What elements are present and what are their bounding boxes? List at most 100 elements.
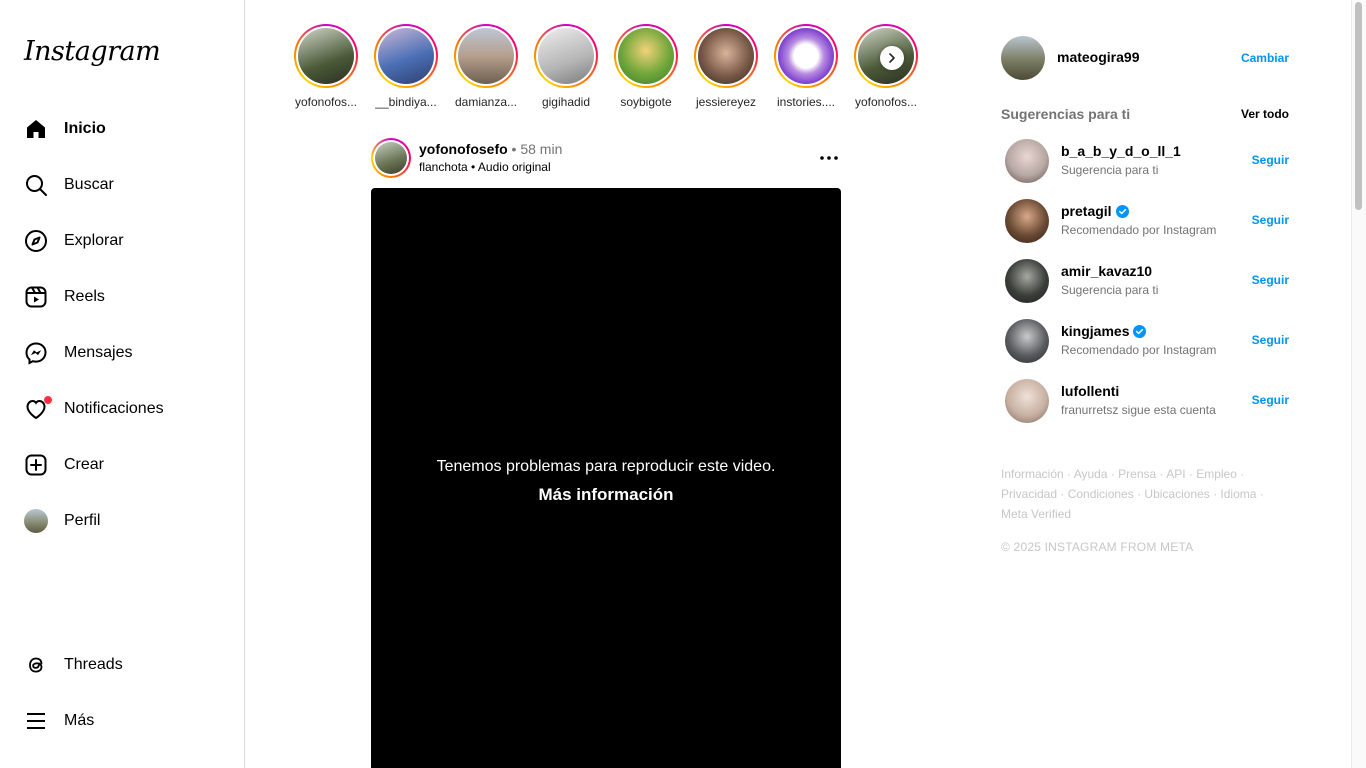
avatar	[24, 509, 48, 533]
story-ring	[294, 24, 358, 88]
story-ring	[614, 24, 678, 88]
story-avatar	[538, 28, 594, 84]
footer-line[interactable]: Meta Verified	[1001, 504, 1289, 524]
stories-next-button[interactable]	[880, 46, 904, 70]
story-item[interactable]: gigihadid	[530, 24, 602, 109]
story-item[interactable]: __bindiya...	[370, 24, 442, 109]
current-username[interactable]: mateogira99	[1057, 49, 1139, 65]
sidebar: Instagram Inicio Buscar Explorar Reels M…	[0, 0, 245, 768]
nav-mensajes[interactable]: Mensajes	[12, 329, 232, 377]
story-ring	[454, 24, 518, 88]
suggestion-reason: Sugerencia para ti	[1061, 283, 1159, 297]
follow-button[interactable]: Seguir	[1252, 273, 1289, 287]
post-author: yofonofosefo • 58 min	[419, 141, 562, 157]
more-horizontal-icon	[820, 156, 838, 160]
nav-label: Threads	[64, 656, 123, 673]
footer-line[interactable]: Privacidad · Condiciones · Ubicaciones ·…	[1001, 484, 1289, 504]
nav-explorar[interactable]: Explorar	[12, 217, 232, 265]
stories-tray: yofonofos... __bindiya... damianza... gi…	[290, 24, 930, 114]
post-header: yofonofosefo • 58 min flanchota • Audio …	[371, 138, 841, 178]
current-user-avatar[interactable]	[1001, 36, 1045, 80]
suggestion-item: b_a_b_y_d_o_ll_1 Sugerencia para ti Segu…	[1005, 139, 1289, 183]
nav-notificaciones[interactable]: Notificaciones	[12, 385, 232, 433]
suggestion-reason: franurretsz sigue esta cuenta	[1061, 403, 1216, 417]
verified-badge-icon	[1133, 324, 1147, 338]
story-username: yofonofos...	[294, 95, 358, 109]
post-audio-link[interactable]: Audio original	[478, 160, 551, 174]
suggestion-avatar[interactable]	[1005, 199, 1049, 243]
story-username: soybigote	[620, 95, 672, 109]
post-video[interactable]: Tenemos problemas para reproducir este v…	[371, 188, 841, 768]
copyright: © 2025 INSTAGRAM FROM META	[1001, 540, 1194, 554]
post-audio-line: flanchota • Audio original	[419, 160, 551, 174]
nav-label: Inicio	[64, 120, 106, 137]
separator: •	[467, 160, 478, 174]
nav-buscar[interactable]: Buscar	[12, 161, 232, 209]
nav-label: Explorar	[64, 232, 124, 249]
story-item[interactable]: jessiereyez	[690, 24, 762, 109]
threads-icon	[24, 653, 48, 677]
suggestion-avatar[interactable]	[1005, 319, 1049, 363]
nav-reels[interactable]: Reels	[12, 273, 232, 321]
suggestion-reason: Sugerencia para ti	[1061, 163, 1159, 177]
suggestion-avatar[interactable]	[1005, 259, 1049, 303]
suggestion-reason: Recomendado por Instagram	[1061, 223, 1217, 237]
footer-links: Información · Ayuda · Prensa · API · Emp…	[1001, 464, 1289, 524]
heart-icon	[24, 396, 52, 421]
story-item[interactable]: instories....	[770, 24, 842, 109]
page-scrollbar[interactable]	[1351, 0, 1366, 768]
nav-label: Buscar	[64, 176, 114, 193]
story-ring	[774, 24, 838, 88]
scrollbar-thumb[interactable]	[1355, 2, 1362, 210]
nav-label: Más	[64, 712, 95, 729]
suggestion-item: pretagil Recomendado por Instagram Segui…	[1005, 199, 1289, 243]
video-more-info-link[interactable]: Más información	[371, 485, 841, 505]
nav-crear[interactable]: Crear	[12, 441, 232, 489]
story-avatar	[618, 28, 674, 84]
see-all-link[interactable]: Ver todo	[1241, 107, 1289, 121]
video-error-message: Tenemos problemas para reproducir este v…	[436, 458, 776, 475]
post-author-avatar[interactable]	[371, 138, 411, 178]
post-music-user[interactable]: flanchota	[419, 160, 468, 174]
home-icon	[24, 117, 48, 141]
messenger-icon	[24, 341, 48, 365]
nav-inicio[interactable]: Inicio	[12, 105, 232, 153]
follow-button[interactable]: Seguir	[1252, 333, 1289, 347]
story-item[interactable]: soybigote	[610, 24, 682, 109]
menu-icon	[24, 709, 48, 733]
suggestion-avatar[interactable]	[1005, 379, 1049, 423]
story-avatar	[458, 28, 514, 84]
follow-button[interactable]: Seguir	[1252, 393, 1289, 407]
post-options-button[interactable]	[817, 148, 841, 168]
nav-threads[interactable]: Threads	[12, 641, 232, 689]
nav-perfil[interactable]: Perfil	[12, 497, 232, 545]
chevron-right-icon	[889, 53, 895, 63]
story-avatar	[698, 28, 754, 84]
post-username[interactable]: yofonofosefo	[419, 141, 508, 157]
suggestion-username[interactable]: lufollenti	[1061, 383, 1119, 399]
instagram-logo[interactable]: Instagram	[24, 36, 161, 67]
nav-label: Mensajes	[64, 344, 133, 361]
nav-label: Reels	[64, 288, 105, 305]
story-item[interactable]: damianza...	[450, 24, 522, 109]
story-username: instories....	[776, 95, 836, 109]
footer-line[interactable]: Información · Ayuda · Prensa · API · Emp…	[1001, 464, 1289, 484]
follow-button[interactable]: Seguir	[1252, 213, 1289, 227]
story-item[interactable]: yofonofos...	[290, 24, 362, 109]
search-icon	[24, 173, 48, 197]
reels-icon	[24, 285, 48, 309]
suggestion-reason: Recomendado por Instagram	[1061, 343, 1217, 357]
suggestion-avatar[interactable]	[1005, 139, 1049, 183]
nav-label: Notificaciones	[64, 400, 164, 417]
suggestion-username[interactable]: pretagil	[1061, 203, 1129, 219]
story-username: gigihadid	[541, 95, 591, 109]
story-avatar	[778, 28, 834, 84]
verified-badge-icon	[1115, 204, 1129, 218]
switch-account-button[interactable]: Cambiar	[1241, 51, 1289, 65]
story-avatar	[378, 28, 434, 84]
suggestion-username[interactable]: b_a_b_y_d_o_ll_1	[1061, 143, 1181, 159]
follow-button[interactable]: Seguir	[1252, 153, 1289, 167]
nav-mas[interactable]: Más	[12, 697, 232, 745]
suggestion-username[interactable]: kingjames	[1061, 323, 1147, 339]
suggestion-username[interactable]: amir_kavaz10	[1061, 263, 1152, 279]
